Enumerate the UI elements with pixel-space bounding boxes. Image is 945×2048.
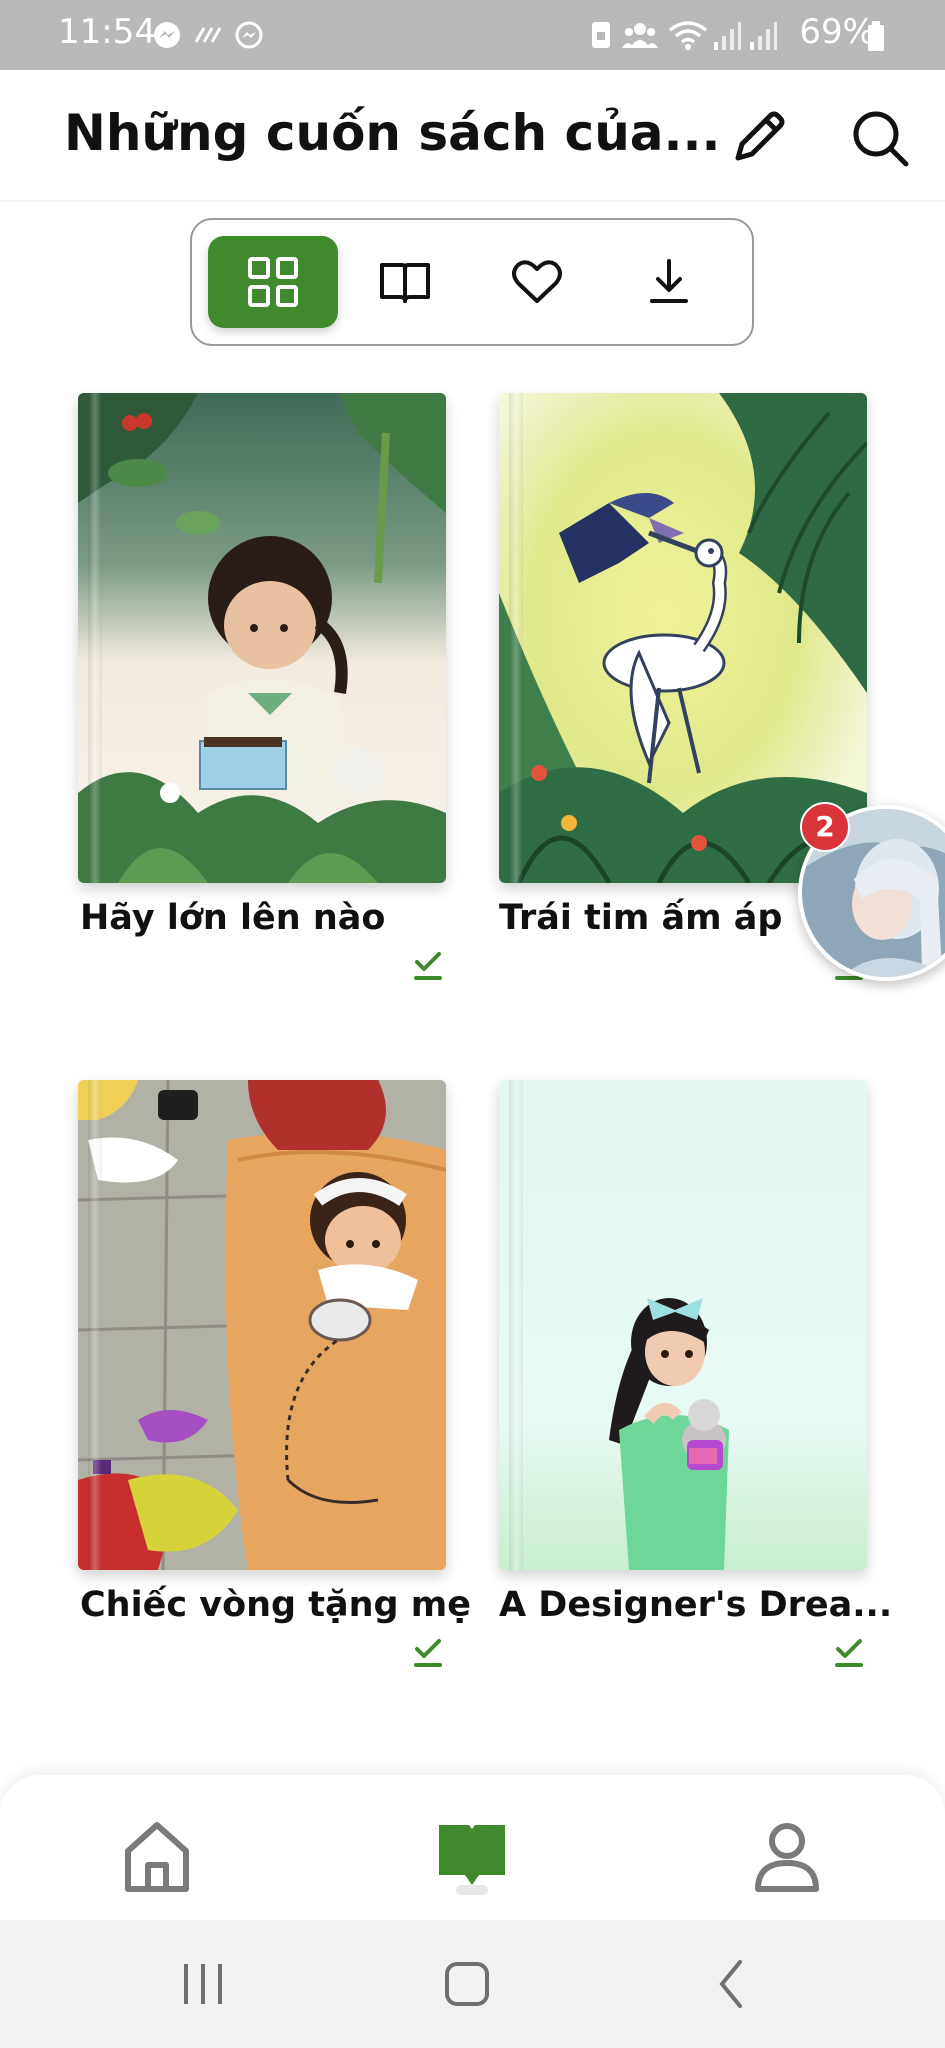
book-card[interactable]: A Designer's Drea... xyxy=(499,1080,892,1680)
battery-percent: 69% xyxy=(799,12,875,52)
book-title[interactable]: Hãy lớn lên nào xyxy=(80,898,385,938)
book-card[interactable]: Chiếc vòng tặng mẹ xyxy=(78,1080,471,1680)
app-header: Những cuốn sách của... xyxy=(0,70,945,202)
tab-favorites[interactable] xyxy=(472,236,602,328)
downloaded-check-icon xyxy=(835,1639,863,1667)
back-icon[interactable] xyxy=(698,1954,768,2014)
sim-icon xyxy=(592,22,610,48)
book-cover[interactable] xyxy=(499,1080,867,1570)
system-nav-bar xyxy=(0,1920,945,2048)
tab-grid[interactable] xyxy=(208,236,338,328)
battery-icon xyxy=(868,21,884,51)
status-time: 11:54 xyxy=(58,12,156,52)
wifi-icon xyxy=(668,21,708,50)
page-title: Những cuốn sách của... xyxy=(64,104,721,162)
grid-icon xyxy=(248,257,298,307)
downloaded-check-icon xyxy=(414,952,442,980)
profile-icon[interactable] xyxy=(742,1811,832,1901)
home-icon[interactable] xyxy=(112,1811,202,1901)
group-icon xyxy=(622,23,658,48)
open-book-icon xyxy=(380,263,430,303)
signal-icon xyxy=(714,22,741,50)
book-cover-illustration xyxy=(78,393,446,883)
home-button-icon[interactable] xyxy=(432,1954,502,2014)
tab-downloads[interactable] xyxy=(604,236,734,328)
downloaded-check-icon xyxy=(414,1639,442,1667)
book-cover[interactable] xyxy=(78,1080,446,1570)
book-cover[interactable] xyxy=(78,393,446,883)
heart-icon xyxy=(512,260,562,303)
bottom-nav xyxy=(0,1775,945,1920)
view-tabs xyxy=(190,218,754,346)
book-cover-illustration xyxy=(78,1080,446,1570)
missed-call-icon xyxy=(194,27,222,43)
search-icon[interactable] xyxy=(848,106,914,172)
book-title[interactable]: A Designer's Drea... xyxy=(499,1585,892,1625)
status-bar: 11:54 69% xyxy=(0,0,945,70)
messenger-icon xyxy=(235,21,263,49)
book-title[interactable]: Chiếc vòng tặng mẹ xyxy=(80,1585,471,1625)
nav-active-indicator xyxy=(456,1885,488,1895)
messenger-icon xyxy=(154,22,180,48)
signal-icon xyxy=(750,22,777,50)
book-title[interactable]: Trái tim ấm áp xyxy=(499,898,782,938)
book-cover-illustration xyxy=(499,1080,867,1570)
pencil-icon[interactable] xyxy=(724,106,790,172)
tab-reading[interactable] xyxy=(340,236,470,328)
recent-apps-icon[interactable] xyxy=(168,1954,238,2014)
book-card[interactable]: Hãy lớn lên nào xyxy=(78,393,468,993)
download-icon xyxy=(650,259,688,303)
notification-badge: 2 xyxy=(800,802,850,852)
